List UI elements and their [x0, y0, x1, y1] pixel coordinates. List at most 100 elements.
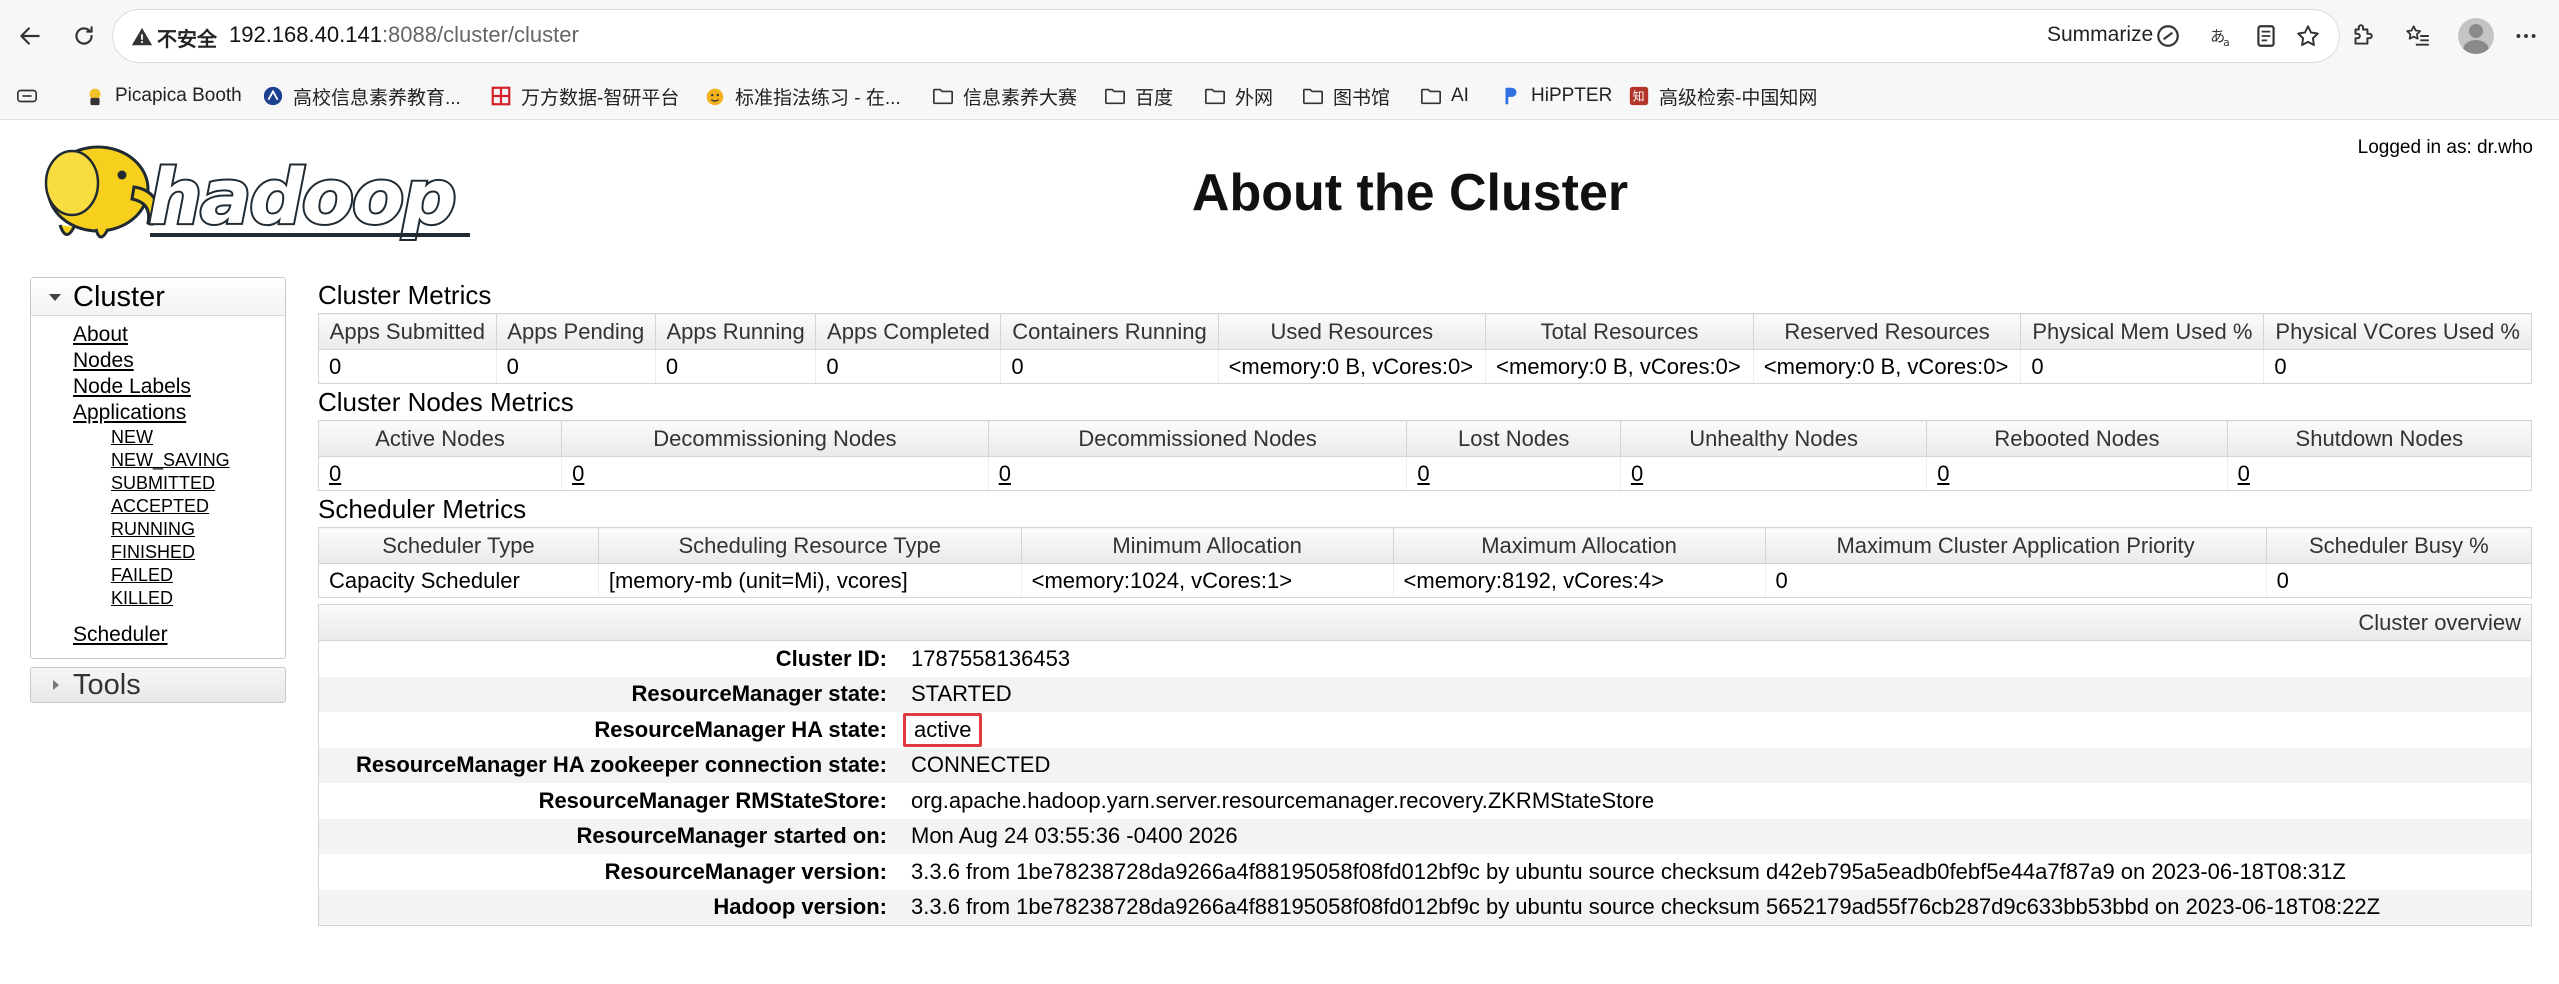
sidebar-link-scheduler[interactable]: Scheduler: [73, 622, 285, 648]
column-header[interactable]: Rebooted Nodes: [1926, 420, 2228, 457]
back-arrow-icon: [20, 27, 40, 45]
logged-in-user: Logged in as: dr.who: [2357, 137, 2533, 158]
column-header[interactable]: Decommissioned Nodes: [987, 420, 1408, 457]
column-header[interactable]: Total Resources: [1485, 313, 1754, 350]
sidebar-link-about[interactable]: About: [73, 322, 285, 348]
app-state-finished[interactable]: FINISHED: [111, 541, 285, 564]
table-cell: 0: [1000, 349, 1219, 384]
bookmark-item[interactable]: 万方数据-智研平台: [490, 82, 679, 110]
bookmark-item[interactable]: 标准指法练习 - 在...: [704, 82, 901, 110]
app-state-new[interactable]: NEW: [111, 426, 285, 449]
app-state-new-saving[interactable]: NEW_SAVING: [111, 449, 285, 472]
node-count-link[interactable]: 0: [572, 461, 584, 486]
app-state-killed[interactable]: KILLED: [111, 587, 285, 610]
app-state-submitted[interactable]: SUBMITTED: [111, 472, 285, 495]
table-cell: 0: [318, 349, 497, 384]
app-state-running[interactable]: RUNNING: [111, 518, 285, 541]
sidebar-link-applications[interactable]: Applications: [73, 400, 285, 426]
bookmark-device[interactable]: [16, 82, 47, 110]
overview-label: ResourceManager HA state:: [594, 716, 887, 742]
table-cell: 0: [1620, 456, 1928, 491]
address-bar[interactable]: 不安全 192.168.40.141:8088/cluster/cluster …: [112, 9, 2340, 63]
overview-value: org.apache.hadoop.yarn.server.resourcema…: [911, 787, 1655, 813]
favorite-star-icon[interactable]: [2295, 23, 2321, 49]
more-menu-button[interactable]: [2506, 16, 2546, 56]
table-cell: <memory:0 B, vCores:0>: [1485, 349, 1754, 384]
reload-icon: [75, 26, 93, 45]
back-button[interactable]: [10, 16, 50, 56]
node-count-link[interactable]: 0: [2238, 461, 2250, 486]
sidebar-tools-header[interactable]: Tools: [30, 667, 286, 703]
column-header[interactable]: Physical Mem Used %: [2020, 313, 2265, 350]
app-state-failed[interactable]: FAILED: [111, 564, 285, 587]
column-header[interactable]: Apps Submitted: [318, 313, 497, 350]
column-header[interactable]: Containers Running: [1000, 313, 1219, 350]
column-header[interactable]: Scheduler Busy %: [2265, 527, 2533, 564]
column-header[interactable]: Decommissioning Nodes: [561, 420, 989, 457]
folder-icon: [1105, 88, 1125, 105]
summarize-button[interactable]: Summarize: [2047, 23, 2153, 47]
sidebar-cluster-panel: Cluster About Nodes Node Labels Applicat…: [30, 277, 286, 659]
favorites-button[interactable]: [2398, 16, 2438, 56]
column-header[interactable]: Active Nodes: [317, 420, 563, 457]
column-header[interactable]: Physical VCores Used %: [2263, 313, 2532, 350]
node-count-link[interactable]: 0: [329, 461, 341, 486]
column-header[interactable]: Scheduling Resource Type: [597, 527, 1022, 564]
sidebar-link-node-labels[interactable]: Node Labels: [73, 374, 285, 400]
column-header[interactable]: Apps Pending: [495, 313, 656, 350]
table-row: Capacity Scheduler [memory-mb (unit=Mi), …: [318, 563, 2533, 598]
cnki-icon: 知: [1629, 86, 1649, 106]
column-header[interactable]: Maximum Cluster Application Priority: [1764, 527, 2267, 564]
bookmark-folder[interactable]: 百度: [1104, 82, 1173, 110]
bookmark-folder[interactable]: 图书馆: [1302, 82, 1390, 110]
reader-view-icon[interactable]: [2253, 23, 2279, 49]
url-text[interactable]: 192.168.40.141:8088/cluster/cluster: [229, 22, 579, 48]
bookmark-item[interactable]: 知 高级检索-中国知网: [1628, 82, 1817, 110]
svg-text:a: a: [2223, 36, 2230, 49]
cluster-metrics-table: Apps Submitted Apps Pending Apps Running Ap…: [318, 313, 2532, 384]
node-count-link[interactable]: 0: [999, 461, 1011, 486]
bookmark-item[interactable]: HiPPTER: [1500, 82, 1612, 110]
overview-label: ResourceManager state:: [631, 681, 887, 707]
table-cell: 0: [988, 456, 1408, 491]
node-count-link[interactable]: 0: [1417, 461, 1429, 486]
column-header[interactable]: Lost Nodes: [1406, 420, 1621, 457]
translate-icon[interactable]: あa: [2209, 23, 2235, 49]
overview-label: Cluster ID:: [775, 645, 887, 671]
overview-label: ResourceManager started on:: [576, 823, 887, 849]
profile-avatar[interactable]: [2458, 18, 2494, 54]
table-cell: <memory:0 B, vCores:0>: [1218, 349, 1487, 384]
column-header[interactable]: Apps Running: [654, 313, 817, 350]
overview-row: ResourceManager started on: Mon Aug 24 03…: [319, 818, 2531, 854]
bookmark-item[interactable]: 高校信息素养教育...: [262, 82, 461, 110]
overview-value: Mon Aug 24 03:55:36 -0400 2026: [911, 823, 1238, 849]
sidebar-link-nodes[interactable]: Nodes: [73, 348, 285, 374]
column-header[interactable]: Apps Completed: [815, 313, 1002, 350]
column-header[interactable]: Unhealthy Nodes: [1619, 420, 1928, 457]
node-count-link[interactable]: 0: [1937, 461, 1949, 486]
bookmark-folder[interactable]: AI: [1420, 82, 1469, 110]
copilot-icon[interactable]: [2155, 23, 2181, 49]
column-header[interactable]: Shutdown Nodes: [2226, 420, 2533, 457]
column-header[interactable]: Minimum Allocation: [1020, 527, 1394, 564]
overview-value: 3.3.6 from 1be78238728da9266a4f88195058f…: [911, 858, 2346, 884]
bookmark-folder[interactable]: 外网: [1204, 82, 1273, 110]
node-count-link[interactable]: 0: [1631, 461, 1643, 486]
sidebar-cluster-header[interactable]: Cluster: [31, 278, 285, 316]
reload-button[interactable]: [64, 16, 104, 56]
folder-icon: [1421, 88, 1441, 105]
table-row: 0 0 0 0 0 0 0: [317, 456, 2533, 491]
bookmark-folder[interactable]: 信息素养大赛: [932, 82, 1077, 110]
overview-value: STARTED: [911, 681, 1012, 707]
url-path: :8088/cluster/cluster: [381, 22, 579, 47]
page-title: About the Cluster: [1191, 164, 1629, 222]
column-header[interactable]: Reserved Resources: [1752, 313, 2022, 350]
app-state-accepted[interactable]: ACCEPTED: [111, 495, 285, 518]
extensions-button[interactable]: [2342, 16, 2382, 56]
overview-value: 3.3.6 from 1be78238728da9266a4f88195058f…: [911, 894, 2381, 920]
column-header[interactable]: Maximum Allocation: [1392, 527, 1766, 564]
column-header[interactable]: Used Resources: [1217, 313, 1487, 350]
column-header[interactable]: Scheduler Type: [318, 527, 599, 564]
hadoop-logo[interactable]: hadoop: [30, 131, 480, 251]
bookmark-item[interactable]: Picapica Booth: [84, 82, 242, 110]
